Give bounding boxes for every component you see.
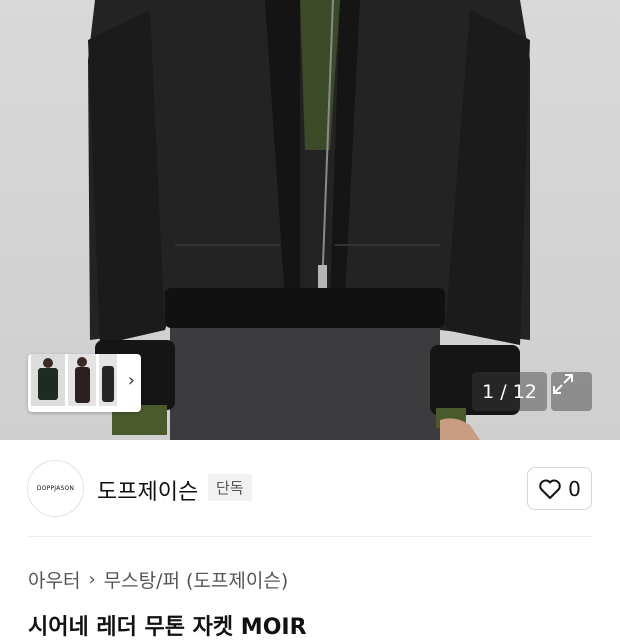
thumbnail-strip[interactable]: › xyxy=(28,354,141,412)
thumbnail-next-icon[interactable]: › xyxy=(128,370,135,391)
brand-logo[interactable]: DOPPJASON xyxy=(27,460,84,517)
divider xyxy=(28,536,592,537)
expand-button[interactable] xyxy=(551,372,592,411)
product-title: 시어네 레더 무톤 자켓 MOIR xyxy=(28,615,307,640)
breadcrumb-subcategory[interactable]: 무스탕/퍼 (도프제이슨) xyxy=(104,566,289,593)
image-counter: 1 / 12 xyxy=(472,372,547,411)
brand-name[interactable]: 도프제이슨 xyxy=(97,474,198,506)
like-button[interactable]: 0 xyxy=(527,467,592,510)
chevron-right-icon: › xyxy=(88,569,96,590)
product-image[interactable]: › 1 / 12 xyxy=(0,0,620,440)
thumbnail-1[interactable] xyxy=(31,354,65,406)
breadcrumb-category[interactable]: 아우터 xyxy=(28,566,80,593)
expand-icon xyxy=(553,374,573,394)
exclusive-badge: 단독 xyxy=(208,474,252,501)
breadcrumb: 아우터 › 무스탕/퍼 (도프제이슨) xyxy=(28,566,288,593)
thumbnail-2[interactable] xyxy=(68,354,96,406)
like-count: 0 xyxy=(568,476,581,501)
heart-icon xyxy=(539,479,561,499)
thumbnail-3[interactable] xyxy=(99,354,117,406)
